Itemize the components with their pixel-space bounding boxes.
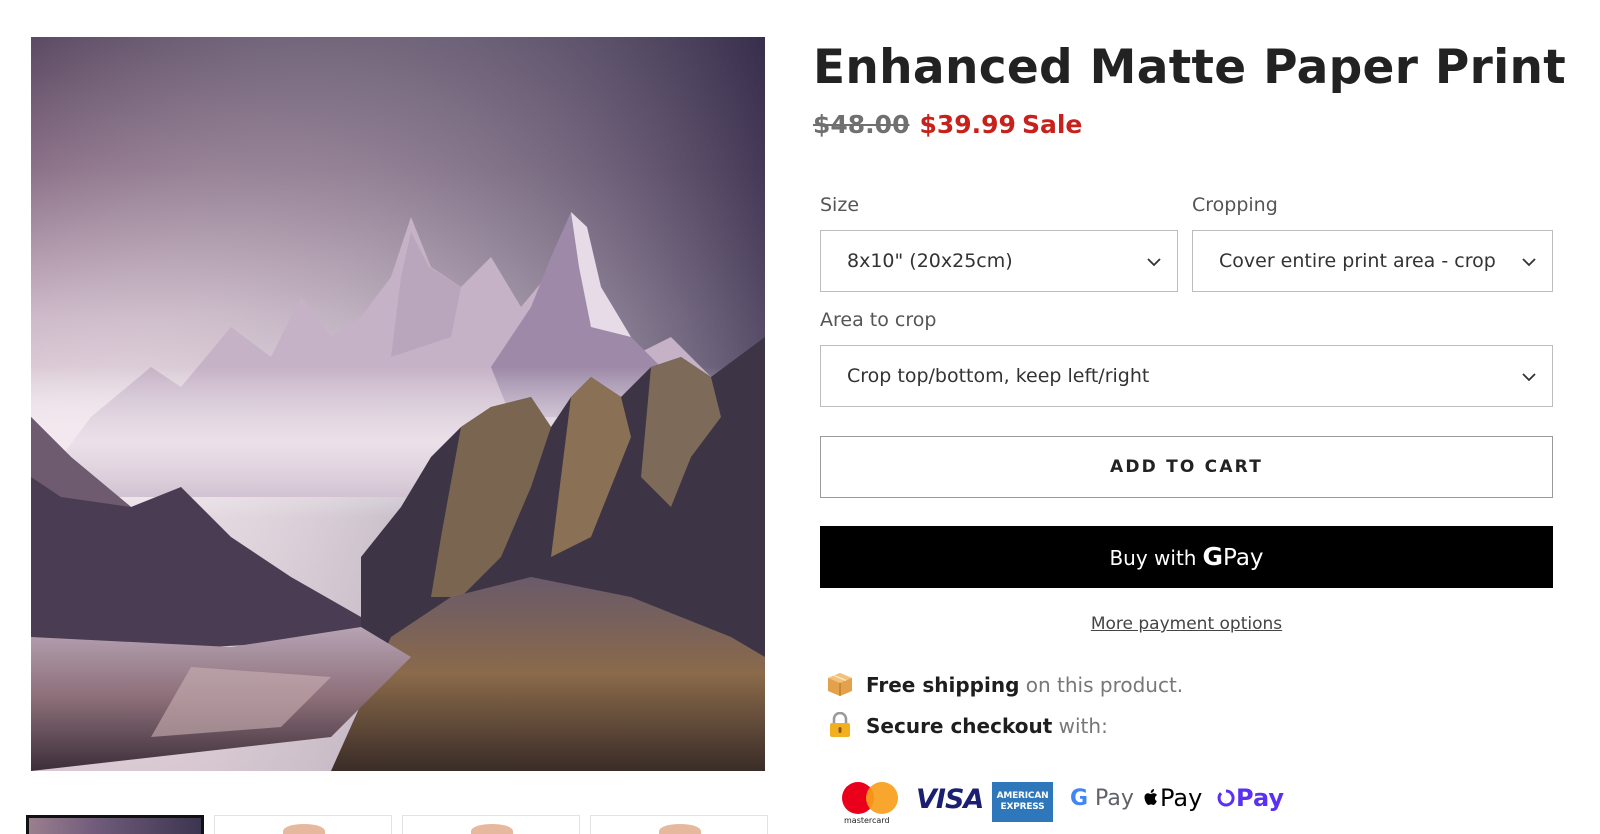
area-to-crop-select-value: Crop top/bottom, keep left/right	[847, 365, 1150, 387]
free-shipping-line: Free shipping on this product.	[826, 671, 1183, 697]
chevron-down-icon	[1522, 373, 1536, 382]
add-to-cart-button[interactable]: ADD TO CART	[820, 436, 1553, 498]
thumbnail-3[interactable]	[402, 815, 580, 834]
cropping-label: Cropping	[1192, 194, 1278, 216]
secure-checkout-rest: with:	[1052, 714, 1108, 738]
sale-label: Sale	[1021, 110, 1083, 139]
lock-icon	[830, 712, 850, 737]
mastercard-icon: mastercard	[842, 778, 898, 825]
chevron-down-icon	[1522, 258, 1536, 267]
sale-price: $39.99	[919, 110, 1016, 139]
original-price: $48.00	[813, 110, 910, 139]
thumbnail-face	[659, 824, 701, 834]
cropping-select[interactable]: Cover entire print area - crop	[1192, 230, 1553, 292]
thumbnail-strip	[26, 815, 778, 834]
area-to-crop-label: Area to crop	[820, 309, 937, 331]
google-pay-label: Pay	[1223, 545, 1264, 571]
mastercard-label: mastercard	[844, 816, 890, 825]
amex-line-1: AMERICAN	[996, 791, 1049, 801]
google-pay-g: G	[1070, 786, 1089, 811]
product-main-image[interactable]	[31, 37, 765, 771]
price-row: $48.00 $39.99 Sale	[813, 110, 1082, 139]
shop-pay-mark-icon	[1217, 789, 1235, 807]
mountain-landscape-image	[31, 37, 765, 771]
thumbnail-2[interactable]	[214, 815, 392, 834]
visa-icon: VISA	[916, 784, 984, 815]
google-g-icon: G	[1202, 542, 1223, 571]
amex-line-2: EXPRESS	[1000, 802, 1045, 812]
secure-checkout-line: Secure checkout with:	[826, 712, 1108, 738]
cropping-select-value: Cover entire print area - crop	[1219, 250, 1496, 272]
thumbnail-face	[471, 824, 513, 834]
package-icon	[828, 673, 852, 696]
buy-with-google-pay-button[interactable]: Buy with GPay	[820, 526, 1553, 588]
area-to-crop-select[interactable]: Crop top/bottom, keep left/right	[820, 345, 1553, 407]
apple-pay-text: Pay	[1160, 784, 1203, 812]
size-select-value: 8x10" (20x25cm)	[847, 250, 1013, 272]
apple-logo-icon	[1144, 789, 1157, 805]
google-pay-icon: G Pay	[1070, 786, 1134, 832]
apple-pay-icon: Pay	[1142, 784, 1202, 830]
thumbnail-face	[283, 824, 325, 834]
thumbnail-4[interactable]	[590, 815, 768, 834]
more-payment-options-link[interactable]: More payment options	[820, 614, 1553, 634]
shop-pay-icon: Pay	[1216, 784, 1284, 830]
secure-checkout-strong: Secure checkout	[866, 714, 1053, 738]
free-shipping-rest: on this product.	[1019, 673, 1184, 697]
google-pay-text: Pay	[1088, 786, 1134, 811]
size-label: Size	[820, 194, 860, 216]
buy-with-label: Buy with	[1109, 546, 1197, 570]
free-shipping-strong: Free shipping	[866, 673, 1020, 697]
amex-icon: AMERICAN EXPRESS	[992, 782, 1053, 822]
shop-pay-text: Pay	[1236, 784, 1285, 812]
size-select[interactable]: 8x10" (20x25cm)	[820, 230, 1178, 292]
product-title: Enhanced Matte Paper Print	[813, 40, 1567, 95]
thumbnail-1[interactable]	[26, 815, 204, 834]
chevron-down-icon	[1147, 258, 1161, 267]
